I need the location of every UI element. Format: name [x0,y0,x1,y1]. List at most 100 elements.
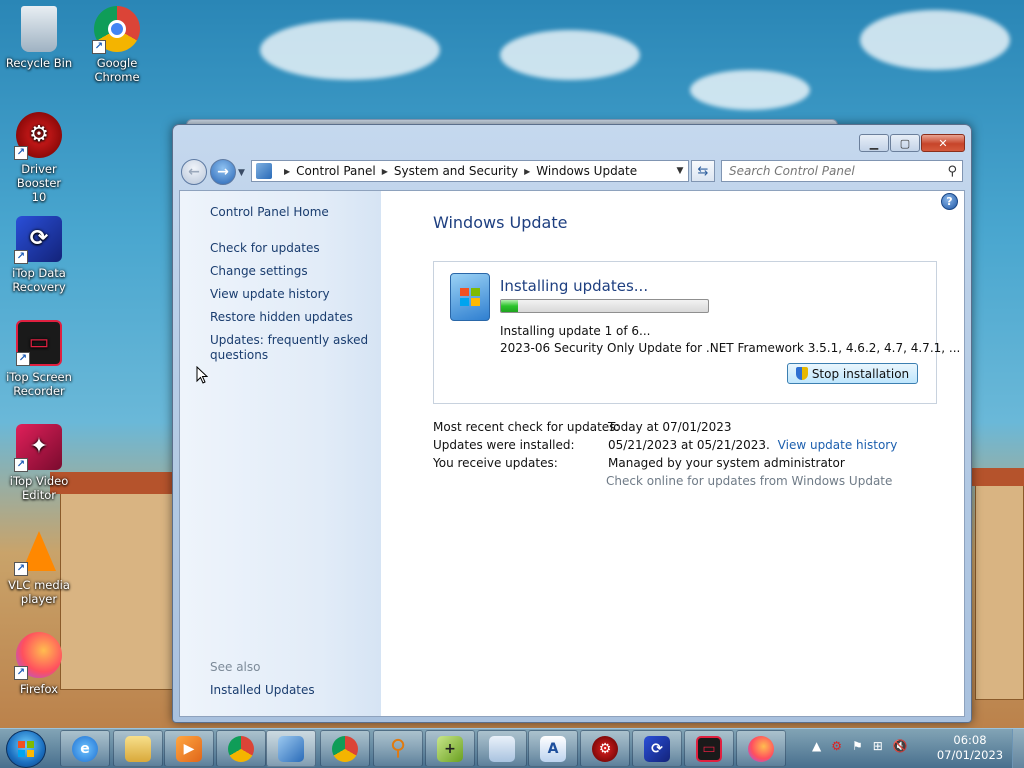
forward-button[interactable]: → [210,159,236,185]
caption-buttons: ▁ ▢ ✕ [859,134,965,152]
recent-pages-dropdown[interactable]: ▼ [238,168,245,178]
control-panel-window: ▁ ▢ ✕ ← → ▼ ▶ Control Panel ▶ System and… [172,124,972,723]
sidebar-change-settings[interactable]: Change settings [210,264,370,279]
show-hidden-icons-arrow[interactable]: ▲ [812,739,821,753]
taskbar-firefox[interactable] [736,730,786,767]
desktop-icon-google-chrome[interactable]: ↗ Google Chrome [78,6,156,84]
breadcrumb-arrow-icon[interactable]: ▶ [284,167,290,176]
internet-explorer-icon: e [72,735,98,762]
taskbar-search-app[interactable]: ⚲ [373,730,423,767]
shortcut-arrow-icon: ↗ [14,146,28,160]
minimize-button[interactable]: ▁ [859,134,889,152]
desktop-icon-vlc[interactable]: ↗ VLC media player [0,528,78,606]
sidebar: Control Panel Home Check for updates Cha… [180,191,381,716]
taskbar-control-panel[interactable] [266,730,316,767]
shortcut-arrow-icon: ↗ [14,250,28,264]
itop-screen-recorder-icon: ▭ [696,735,722,762]
taskbar-internet-explorer[interactable]: e [60,730,110,767]
wordpad-icon: A [540,735,566,762]
desktop-icon-itop-screen-recorder[interactable]: ▭ ↗ iTop Screen Recorder [0,320,78,398]
taskbar-itop-screen-recorder[interactable]: ▭ [684,730,734,767]
shortcut-arrow-icon: ↗ [14,562,28,576]
check-online-link[interactable]: Check online for updates from Windows Up… [606,474,892,488]
itop-video-editor-icon: ✦ ↗ [14,424,62,472]
driver-booster-tray-icon[interactable]: ⚙ [831,739,842,753]
taskbar: e ▶ ⚲ + A ⚙ ⟳ ▭ ▲ ⚙ ⚑ ⊞ 🔇 06:08 07/01/20… [0,728,1024,768]
breadcrumb-arrow-icon[interactable]: ▶ [524,167,530,176]
updates-installed-row: 05/21/2023 at 05/21/2023. View update hi… [608,438,897,452]
breadcrumb-windows-update[interactable]: Windows Update [536,164,637,178]
breadcrumb-control-panel[interactable]: Control Panel [296,164,376,178]
recycle-bin-icon [21,6,57,52]
desktop-icon-firefox[interactable]: ↗ Firefox [0,632,78,696]
chrome-icon: ↗ [92,6,140,54]
show-desktop-button[interactable] [1012,729,1024,768]
install-progress-bar [500,299,709,313]
taskbar-document-app[interactable] [477,730,527,767]
volume-muted-icon[interactable]: 🔇 [893,739,908,753]
progress-fill [501,300,518,312]
windows-logo-icon [18,741,34,757]
sidebar-installed-updates[interactable]: Installed Updates [210,683,370,698]
desktop-icon-label: VLC media player [8,578,70,606]
desktop-icon-label: Recycle Bin [5,56,73,70]
recent-check-label: Most recent check for updates: [433,420,620,434]
stop-installation-button[interactable]: Stop installation [787,363,918,384]
sidebar-check-for-updates[interactable]: Check for updates [210,241,370,256]
desktop-icon-label: Driver Booster 10 [16,162,62,204]
driver-booster-icon: ⚙ [592,735,618,762]
desktop-icon-label: iTop Screen Recorder [6,370,72,398]
network-icon[interactable]: ⊞ [873,739,883,753]
taskbar-driver-booster[interactable]: ⚙ [580,730,630,767]
taskbar-media-player[interactable]: ▶ [164,730,214,767]
desktop-icon-itop-video-editor[interactable]: ✦ ↗ iTop Video Editor [0,424,78,502]
search-input[interactable]: Search Control Panel ⚲ [721,160,963,182]
desktop-icon-driver-booster[interactable]: ⚙ ↗ Driver Booster 10 [0,112,78,204]
clock-date: 07/01/2023 [936,748,1004,762]
stop-installation-label: Stop installation [811,366,910,381]
updates-installed-value: 05/21/2023 at 05/21/2023. [608,438,770,452]
itop-data-recovery-icon: ⟳ ↗ [14,216,62,264]
updates-installed-label: Updates were installed: [433,438,575,452]
window-content: Control Panel Home Check for updates Cha… [179,190,965,717]
control-panel-icon [256,163,272,179]
refresh-button[interactable]: ⇆ [691,160,715,182]
sidebar-view-update-history[interactable]: View update history [210,287,370,302]
firefox-icon [748,735,774,762]
start-button[interactable] [6,730,46,768]
clock-time: 06:08 [953,733,987,747]
sidebar-restore-hidden-updates[interactable]: Restore hidden updates [210,310,370,325]
taskbar-file-explorer[interactable] [113,730,163,767]
maximize-button[interactable]: ▢ [890,134,920,152]
address-bar[interactable]: ▶ Control Panel ▶ System and Security ▶ … [251,160,689,182]
installing-status-title: Installing updates... [500,277,649,295]
taskbar-chrome[interactable] [216,730,266,767]
chrome-icon [332,735,358,762]
refresh-icon: ⇆ [697,163,709,179]
system-clock[interactable]: 06:08 07/01/2023 [930,733,1010,763]
close-button[interactable]: ✕ [921,134,965,152]
driver-booster-icon: ⚙ ↗ [14,112,62,160]
taskbar-chrome-2[interactable] [320,730,370,767]
desktop-icon-label: Google Chrome [94,56,140,84]
breadcrumb-arrow-icon[interactable]: ▶ [382,167,388,176]
desktop-icon-itop-data-recovery[interactable]: ⟳ ↗ iTop Data Recovery [0,216,78,294]
recent-check-value: Today at 07/01/2023 [608,420,732,434]
taskbar-wordpad[interactable]: A [528,730,578,767]
address-dropdown-icon[interactable]: ▼ [672,166,688,176]
installing-update-name: 2023-06 Security Only Update for .NET Fr… [500,341,961,355]
sidebar-updates-faq[interactable]: Updates: frequently asked questions [210,333,370,363]
taskbar-notepad-plus[interactable]: + [425,730,475,767]
view-update-history-link[interactable]: View update history [778,438,898,452]
sidebar-control-panel-home[interactable]: Control Panel Home [210,205,370,220]
shortcut-arrow-icon: ↗ [14,666,28,680]
help-icon[interactable]: ? [941,193,958,210]
action-center-flag-icon[interactable]: ⚑ [852,739,863,753]
back-button[interactable]: ← [181,159,207,185]
search-placeholder: Search Control Panel [729,164,855,178]
control-panel-icon [278,735,304,762]
taskbar-itop-data-recovery[interactable]: ⟳ [632,730,682,767]
desktop-icon-recycle-bin[interactable]: Recycle Bin [0,6,78,70]
search-icon[interactable]: ⚲ [947,164,957,179]
breadcrumb-system-and-security[interactable]: System and Security [394,164,518,178]
